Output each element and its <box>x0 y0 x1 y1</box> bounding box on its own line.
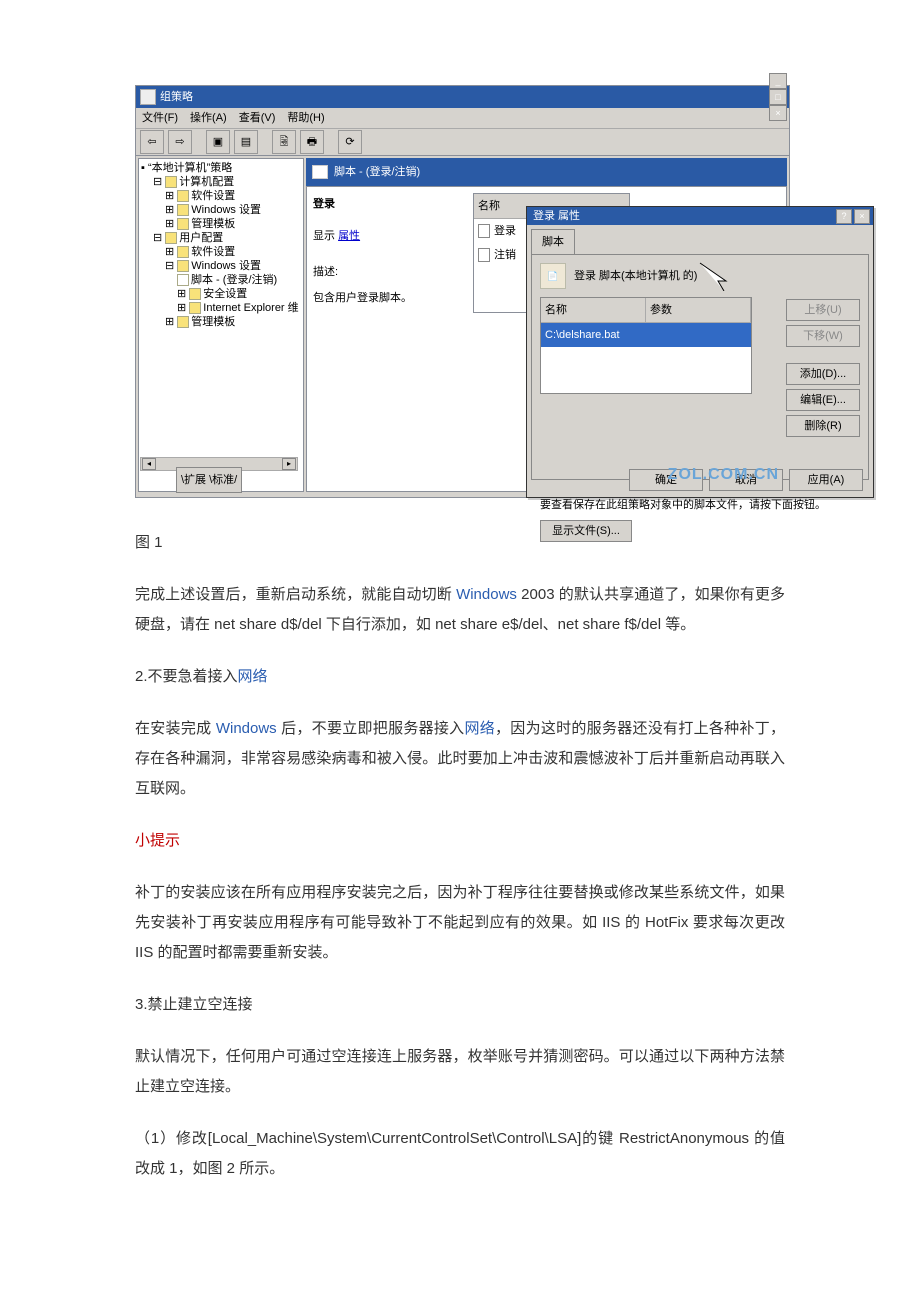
edit-button[interactable]: 编辑(E)... <box>786 389 860 411</box>
script-large-icon: 📄 <box>540 263 566 289</box>
tree-item[interactable]: ⊞ 软件设置 <box>165 189 301 203</box>
menu-help[interactable]: 帮助(H) <box>287 107 324 129</box>
properties-dialog: 登录 属性 ? × 脚本 📄 登录 脚本(本地计算机 的) <box>526 206 874 498</box>
link-network[interactable]: 网络 <box>238 668 268 685</box>
tree-root[interactable]: ▪ “本地计算机”策略 ⊟ 计算机配置 ⊞ 软件设置 ⊞ Windows 设置 … <box>141 161 301 329</box>
menu-file[interactable]: 文件(F) <box>142 107 178 129</box>
file-icon <box>478 248 490 262</box>
maximize-button[interactable]: □ <box>769 89 787 105</box>
back-button[interactable]: ⇦ <box>140 130 164 154</box>
tab-script[interactable]: 脚本 <box>531 229 575 254</box>
paragraph-5: 3.禁止建立空连接 <box>135 990 785 1020</box>
dialog-titlebar: 登录 属性 ? × <box>527 207 873 225</box>
paragraph-6: 默认情况下，任何用户可通过空连接连上服务器，枚举账号并猜测密码。可以通过以下两种… <box>135 1042 785 1102</box>
script-icon <box>312 165 328 179</box>
refresh-button[interactable]: ⟳ <box>338 130 362 154</box>
apply-button[interactable]: 应用(A) <box>789 469 863 491</box>
tree-item-selected[interactable]: 脚本 - (登录/注销) <box>177 273 301 287</box>
dialog-close-button[interactable]: × <box>854 209 870 224</box>
dialog-help-button[interactable]: ? <box>836 209 852 224</box>
tree-item[interactable]: ⊞ 管理模板 <box>165 315 301 329</box>
watermark-logo: ZOL.COM.CN <box>668 459 779 491</box>
desc-label: 描述: <box>313 261 423 283</box>
forward-button[interactable]: ⇨ <box>168 130 192 154</box>
up-button[interactable]: ▣ <box>206 130 230 154</box>
add-button[interactable]: 添加(D)... <box>786 363 860 385</box>
list-button[interactable]: ▤ <box>234 130 258 154</box>
menu-view[interactable]: 查看(V) <box>239 107 276 129</box>
file-icon <box>478 224 490 238</box>
detail-title: 脚本 - (登录/注销) <box>334 161 420 183</box>
screenshot-window: 组策略 _ □ × 文件(F) 操作(A) 查看(V) 帮助(H) ⇦ ⇨ ▣ … <box>135 85 790 498</box>
link-windows[interactable]: Windows <box>216 720 277 737</box>
close-button[interactable]: × <box>769 105 787 121</box>
move-down-button[interactable]: 下移(W) <box>786 325 860 347</box>
tree-item[interactable]: ⊞ 软件设置 <box>165 245 301 259</box>
paragraph-7: （1）修改[Local_Machine\System\CurrentContro… <box>135 1124 785 1184</box>
login-label: 登录 <box>313 193 423 215</box>
paragraph-1: 完成上述设置后，重新启动系统，就能自动切断 Windows 2003 的默认共享… <box>135 580 785 640</box>
detail-header: 脚本 - (登录/注销) <box>306 158 787 186</box>
tree-pane: ▪ “本地计算机”策略 ⊟ 计算机配置 ⊞ 软件设置 ⊞ Windows 设置 … <box>138 158 304 492</box>
toolbar: ⇦ ⇨ ▣ ▤ 🗟 🖶 ⟳ <box>136 129 789 156</box>
tree-item[interactable]: ⊞ Internet Explorer 维 <box>177 301 301 315</box>
dialog-note: 要查看保存在此组策略对象中的脚本文件，请按下面按钮。 <box>540 494 860 516</box>
show-row: 显示 属性 <box>313 225 423 247</box>
list-header-row: 名称 参数 <box>541 298 751 323</box>
tree-item[interactable]: ⊞ 安全设置 <box>177 287 301 301</box>
menubar: 文件(F) 操作(A) 查看(V) 帮助(H) <box>136 108 789 129</box>
col-name: 名称 <box>541 298 646 322</box>
remove-button[interactable]: 删除(R) <box>786 415 860 437</box>
app-icon <box>140 89 156 105</box>
tree-item[interactable]: ⊞ 管理模板 <box>165 217 301 231</box>
dialog-title: 登录 属性 <box>533 205 580 227</box>
show-files-button[interactable]: 显示文件(S)... <box>540 520 632 542</box>
properties-link[interactable]: 属性 <box>338 230 360 242</box>
scroll-left-icon[interactable]: ◂ <box>142 458 156 470</box>
caption-figure1: 图 1 <box>135 528 785 558</box>
export-button[interactable]: 🖶 <box>300 130 324 154</box>
scroll-right-icon[interactable]: ▸ <box>282 458 296 470</box>
paragraph-2: 2.不要急着接入网络 <box>135 662 785 692</box>
script-listview: 名称 参数 C:\delshare.bat <box>540 297 752 394</box>
script-row[interactable]: C:\delshare.bat <box>541 323 751 347</box>
paragraph-3: 在安装完成 Windows 后，不要立即把服务器接入网络，因为这时的服务器还没有… <box>135 714 785 804</box>
paragraph-4: 补丁的安装应该在所有应用程序安装完之后，因为补丁程序往往要替换或修改某些系统文件… <box>135 878 785 968</box>
tree-item[interactable]: ⊟ 用户配置 ⊞ 软件设置 ⊟ Windows 设置 脚本 - (登录/注销) … <box>153 231 301 329</box>
cursor-arrow-icon <box>698 261 728 291</box>
tree-item[interactable]: ⊟ 计算机配置 ⊞ 软件设置 ⊞ Windows 设置 ⊞ 管理模板 <box>153 175 301 231</box>
dialog-heading: 登录 脚本(本地计算机 的) <box>574 265 697 287</box>
link-network[interactable]: 网络 <box>464 720 495 737</box>
link-windows[interactable]: Windows <box>456 586 517 603</box>
tree-item[interactable]: ⊟ Windows 设置 脚本 - (登录/注销) ⊞ 安全设置 ⊞ Inter… <box>165 259 301 315</box>
window-sysbuttons: _ □ × <box>769 73 787 121</box>
tree-tabs[interactable]: \扩展 \标准/ <box>176 467 242 493</box>
menu-action[interactable]: 操作(A) <box>190 107 227 129</box>
desc-text: 包含用户登录脚本。 <box>313 287 423 309</box>
move-up-button[interactable]: 上移(U) <box>786 299 860 321</box>
properties-button[interactable]: 🗟 <box>272 130 296 154</box>
minimize-button[interactable]: _ <box>769 73 787 89</box>
col-param: 参数 <box>646 298 751 322</box>
tree-item[interactable]: ⊞ Windows 设置 <box>165 203 301 217</box>
tip-label: 小提示 <box>135 826 785 856</box>
window-titlebar: 组策略 _ □ × <box>136 86 789 108</box>
window-title: 组策略 <box>160 86 193 108</box>
